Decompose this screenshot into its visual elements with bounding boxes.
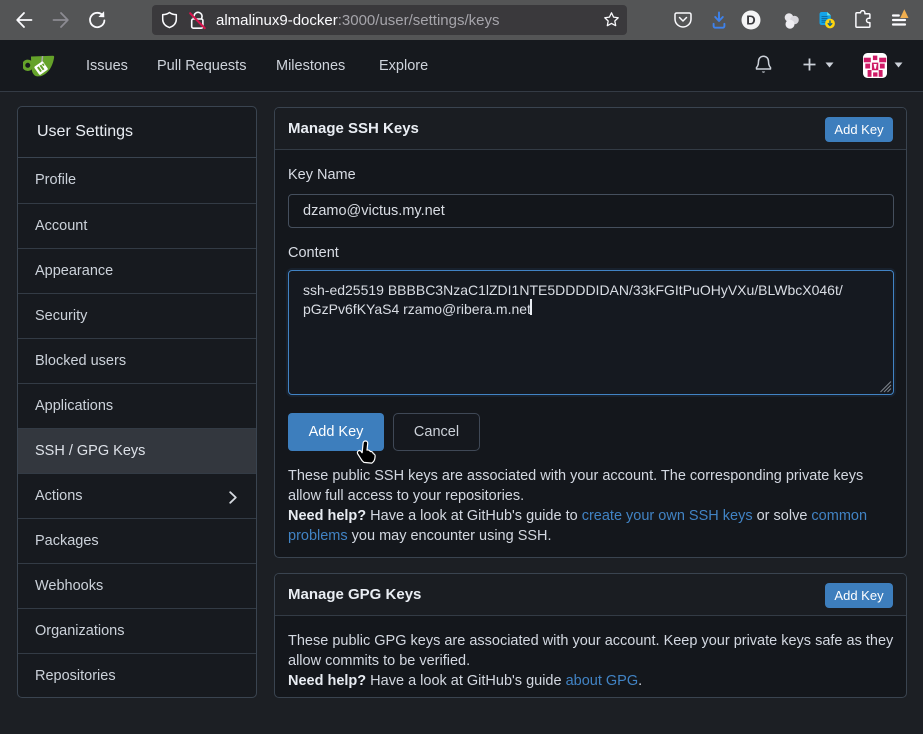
svg-text:D: D <box>746 13 755 28</box>
